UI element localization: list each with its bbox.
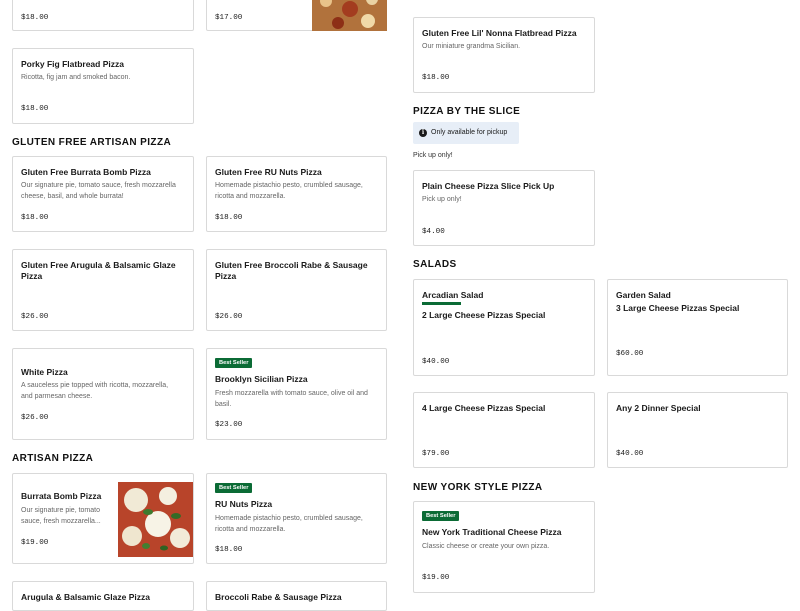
item-description: Homemade pistachio pesto, crumbled sausa…: [215, 515, 363, 522]
item-name: White Pizza: [21, 367, 68, 377]
best-seller-badge: Best Seller: [215, 483, 253, 493]
menu-item-card[interactable]: Gluten Free Burrata Bomb Pizza Our signa…: [12, 156, 194, 232]
best-seller-badge: Best Seller: [215, 358, 253, 368]
item-name: Gluten Free Lil' Nonna Flatbread Pizza: [422, 28, 577, 38]
item-name: Brooklyn Sicilian Pizza: [215, 374, 308, 384]
section-title-salads: SALADS: [413, 259, 457, 270]
item-price: $23.00: [215, 421, 243, 429]
item-description: Homemade pistachio pesto, crumbled sausa…: [215, 182, 363, 189]
item-name: Porky Fig Flatbread Pizza: [21, 59, 124, 69]
menu-item-card[interactable]: 4 Large Cheese Pizzas Special $79.00: [413, 392, 595, 468]
menu-item-card[interactable]: Arcadian Salad 2 Large Cheese Pizzas Spe…: [413, 279, 595, 376]
item-price: $26.00: [215, 313, 243, 321]
section-title-pizza-by-slice: PIZZA BY THE SLICE: [413, 106, 521, 117]
item-description: Ricotta, fig jam and smoked bacon.: [21, 74, 131, 81]
menu-item-card[interactable]: Arugula & Balsamic Glaze Pizza: [12, 581, 194, 611]
menu-item-card[interactable]: Any 2 Dinner Special $40.00: [607, 392, 788, 468]
menu-item-card[interactable]: Gluten Free RU Nuts Pizza Homemade pista…: [206, 156, 387, 232]
pickup-notice: i Only available for pickup: [413, 122, 519, 144]
item-description: Fresh mozzarella with tomato sauce, oliv…: [215, 390, 368, 397]
pizza-image: [118, 482, 193, 557]
item-name: Gluten Free Arugula & Balsamic Glaze Piz…: [21, 260, 176, 281]
item-name: Any 2 Dinner Special: [616, 403, 701, 413]
menu-item-card[interactable]: Best Seller New York Traditional Cheese …: [413, 501, 595, 593]
pizza-image: [312, 0, 387, 31]
item-price: $18.00: [215, 214, 243, 222]
section-title-new-york-style: NEW YORK STYLE PIZZA: [413, 482, 543, 493]
item-description: and parmesan cheese.: [21, 393, 93, 400]
item-description: Our miniature grandma Sicilian.: [422, 43, 521, 50]
item-name: Gluten Free Broccoli Rabe & Sausage Pizz…: [215, 260, 368, 281]
section-title-artisan: ARTISAN PIZZA: [12, 453, 94, 464]
item-name: Plain Cheese Pizza Slice Pick Up: [422, 181, 555, 191]
item-description: ricotta and mozzarella.: [215, 193, 286, 200]
item-price: $19.00: [422, 574, 450, 582]
item-name: Broccoli Rabe & Sausage Pizza: [215, 592, 342, 602]
item-name: Burrata Bomb Pizza: [21, 491, 102, 501]
item-price: $18.00: [215, 546, 243, 554]
item-name: RU Nuts Pizza: [215, 499, 273, 509]
item-description: ricotta and mozzarella.: [215, 526, 286, 533]
section-title-gluten-free-artisan: GLUTEN FREE ARTISAN PIZZA: [12, 137, 172, 148]
notice-text: Only available for pickup: [431, 129, 508, 136]
active-indicator: [422, 302, 461, 305]
item-price: $40.00: [422, 358, 450, 366]
item-special: 2 Large Cheese Pizzas Special: [422, 310, 546, 320]
item-price: $19.00: [21, 539, 49, 547]
item-description: Classic cheese or create your own pizza.: [422, 543, 550, 550]
menu-item-card[interactable]: Porky Fig Flatbread Pizza Ricotta, fig j…: [12, 48, 194, 124]
menu-item-card[interactable]: $18.00: [12, 0, 194, 31]
item-name: Gluten Free RU Nuts Pizza: [215, 167, 322, 177]
item-price: $60.00: [616, 350, 644, 358]
item-price: $79.00: [422, 450, 450, 458]
menu-item-card[interactable]: Burrata Bomb Pizza Our signature pie, to…: [12, 473, 194, 564]
info-icon: i: [419, 129, 427, 137]
item-price: $40.00: [616, 450, 644, 458]
menu-item-card[interactable]: Gluten Free Lil' Nonna Flatbread Pizza O…: [413, 17, 595, 93]
item-description: Our signature pie, tomato sauce, fresh m…: [21, 182, 176, 189]
best-seller-badge: Best Seller: [422, 511, 460, 521]
item-name: 4 Large Cheese Pizzas Special: [422, 403, 546, 413]
menu-item-card[interactable]: Best Seller Brooklyn Sicilian Pizza Fres…: [206, 348, 387, 440]
menu-item-card[interactable]: Gluten Free Arugula & Balsamic Glaze Piz…: [12, 249, 194, 331]
menu-item-card[interactable]: $17.00: [206, 0, 387, 31]
menu-item-card[interactable]: White Pizza A sauceless pie topped with …: [12, 348, 194, 440]
item-description: cheese, basil, and whole burrata!: [21, 193, 124, 200]
item-description: sauce, fresh mozzarella...: [21, 518, 101, 525]
item-name: New York Traditional Cheese Pizza: [422, 527, 562, 537]
item-description: Our signature pie, tomato: [21, 507, 100, 514]
item-price: $18.00: [21, 214, 49, 222]
item-price: $18.00: [422, 74, 450, 82]
menu-item-card[interactable]: Gluten Free Broccoli Rabe & Sausage Pizz…: [206, 249, 387, 331]
menu-item-card[interactable]: Plain Cheese Pizza Slice Pick Up Pick up…: [413, 170, 595, 246]
item-name: Arugula & Balsamic Glaze Pizza: [21, 592, 150, 602]
item-name: Garden Salad: [616, 290, 671, 300]
pickup-text: Pick up only!: [413, 152, 453, 159]
menu-item-card[interactable]: Best Seller RU Nuts Pizza Homemade pista…: [206, 473, 387, 564]
item-name: Arcadian Salad: [422, 290, 484, 300]
item-price: $17.00: [215, 14, 243, 22]
menu-item-card[interactable]: Garden Salad 3 Large Cheese Pizzas Speci…: [607, 279, 788, 376]
item-description: Pick up only!: [422, 196, 462, 203]
item-special: 3 Large Cheese Pizzas Special: [616, 303, 740, 313]
menu-item-card[interactable]: Broccoli Rabe & Sausage Pizza: [206, 581, 387, 611]
item-price: $26.00: [21, 414, 49, 422]
item-description: A sauceless pie topped with ricotta, moz…: [21, 382, 169, 389]
item-price: $18.00: [21, 105, 49, 113]
item-name: Gluten Free Burrata Bomb Pizza: [21, 167, 151, 177]
item-description: basil.: [215, 401, 232, 408]
item-price: $18.00: [21, 14, 49, 22]
item-price: $4.00: [422, 228, 445, 236]
item-price: $26.00: [21, 313, 49, 321]
